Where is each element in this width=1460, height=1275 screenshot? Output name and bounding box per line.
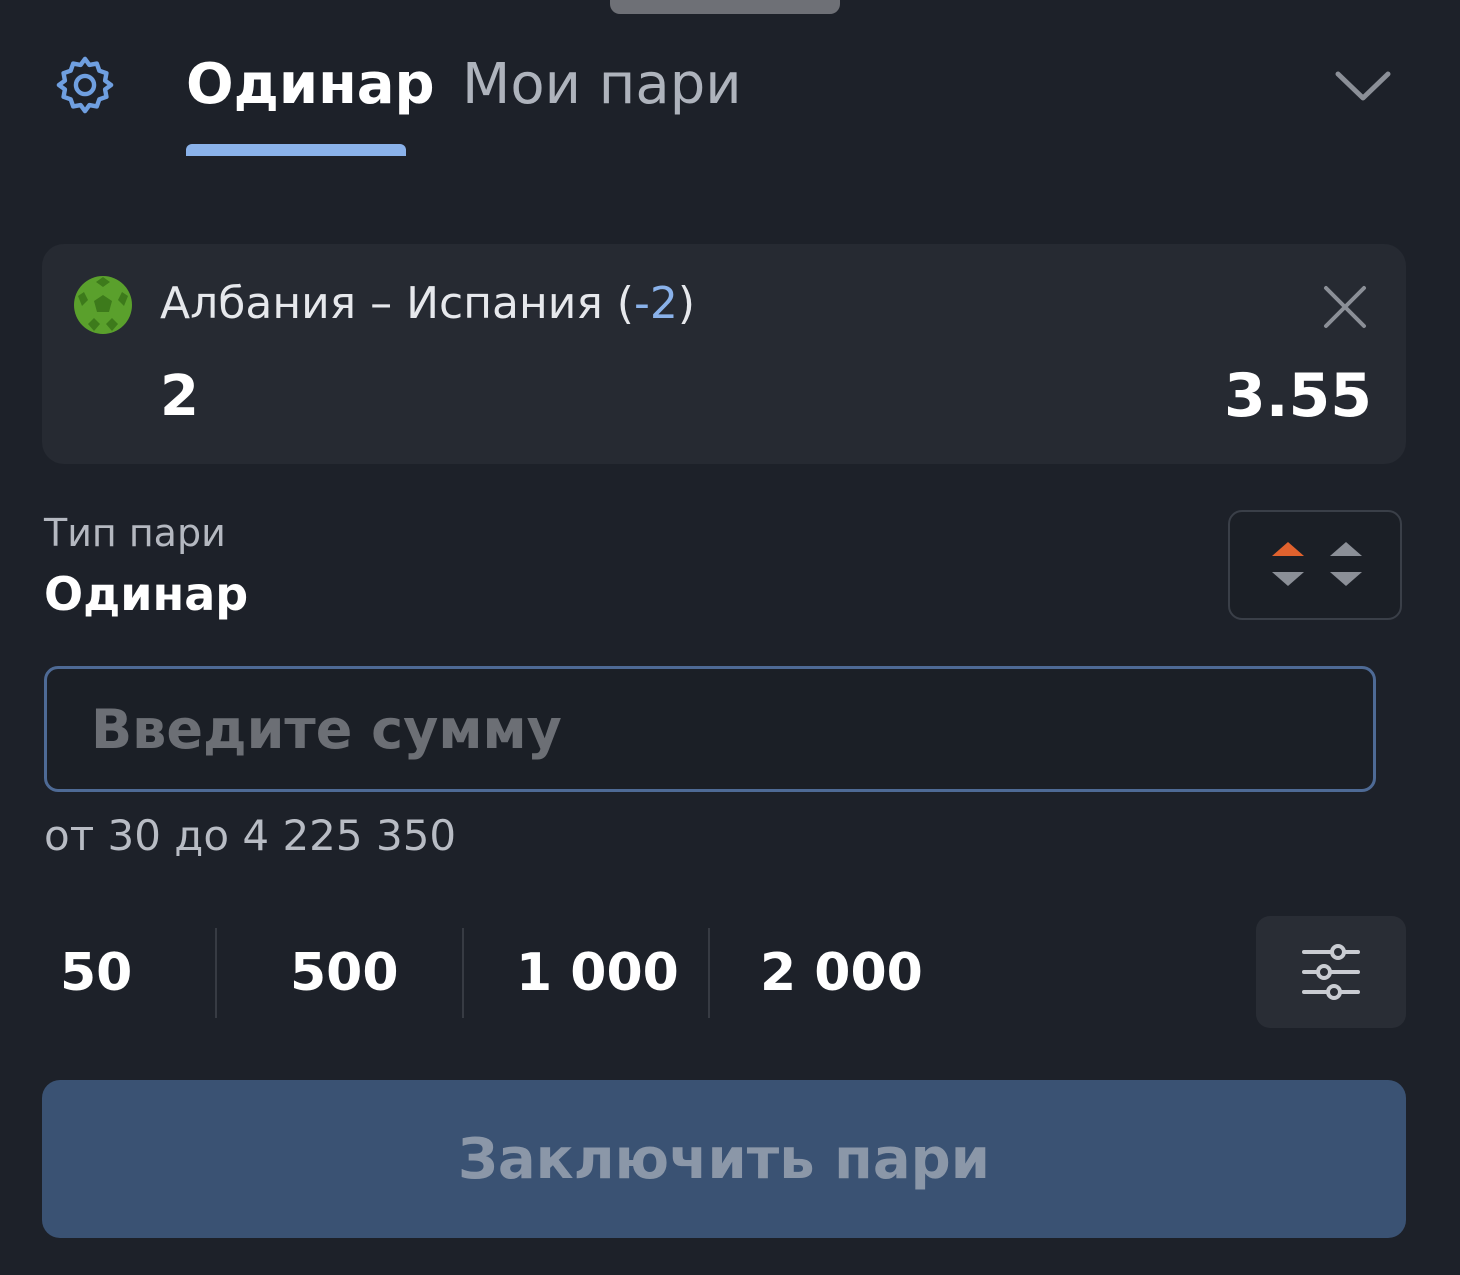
quick-amount-50[interactable]: 50 [60,940,132,1006]
quick-amount-divider [708,928,710,1018]
quick-amount-1000[interactable]: 1 000 [516,940,679,1006]
stake-amount-input[interactable] [44,666,1376,792]
tab-single[interactable]: Одинар [186,52,435,118]
odds-value: 3.55 [1223,361,1372,431]
gear-icon[interactable] [52,52,118,118]
quick-amount-divider [462,928,464,1018]
close-icon[interactable] [1320,282,1370,332]
place-bet-button[interactable]: Заключить пари [42,1080,1406,1238]
event-title: Албания – Испания (-2) [160,278,695,329]
bet-type-value: Одинар [44,567,249,621]
event-handicap: -2 [633,278,678,329]
sliders-icon [1302,944,1360,1000]
active-tab-indicator [186,144,406,156]
quick-amount-500[interactable]: 500 [290,940,399,1006]
selected-event-card: Албания – Испания (-2) 2 3.55 [42,244,1406,464]
outcome-label: 2 [160,364,199,429]
football-icon [74,276,132,334]
bet-slip-header: Одинар Мои пари [0,0,1460,160]
tab-my-bets[interactable]: Мои пари [462,52,742,118]
quick-amount-divider [215,928,217,1018]
bet-type-label: Тип пари [44,511,226,555]
stake-range-hint: от 30 до 4 225 350 [44,811,457,860]
chevron-down-icon[interactable] [1332,62,1394,108]
odds-change-icon [1272,542,1362,586]
quick-amount-settings-button[interactable] [1256,916,1406,1028]
odds-change-toggle[interactable] [1228,510,1402,620]
quick-amount-2000[interactable]: 2 000 [760,940,923,1006]
